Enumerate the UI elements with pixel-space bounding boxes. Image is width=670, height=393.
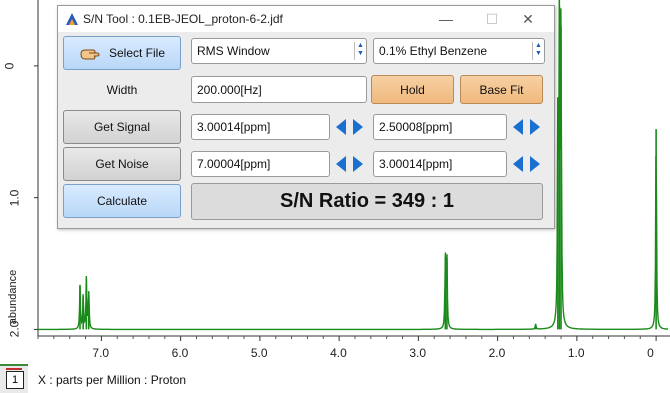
noise-end-left-arrow-icon[interactable] <box>509 153 527 175</box>
signal-start-field[interactable]: 3.00014[ppm] <box>191 114 330 140</box>
maximize-icon[interactable]: ☐ <box>478 10 506 28</box>
width-field[interactable]: 200.000[Hz] <box>191 76 367 103</box>
signal-start-right-arrow-icon[interactable] <box>349 116 367 138</box>
layer-color-bar <box>6 368 22 370</box>
y-axis-label: abundance <box>7 269 19 325</box>
signal-end-right-arrow-icon[interactable] <box>526 116 544 138</box>
method-select-value: RMS Window <box>197 44 270 58</box>
window-title: S/N Tool : 0.1EB-JEOL_proton-6-2.jdf <box>83 12 283 26</box>
noise-start-field[interactable]: 7.00004[ppm] <box>191 151 330 177</box>
title-bar: S/N Tool : 0.1EB-JEOL_proton-6-2.jdf — ☐… <box>58 6 554 32</box>
method-select-arrows-icon[interactable]: ▲ ▼ <box>354 42 366 60</box>
signal-end-field[interactable]: 2.50008[ppm] <box>373 114 507 140</box>
method-select[interactable]: RMS Window ▲ ▼ <box>191 38 367 64</box>
select-file-label: Select File <box>108 46 166 60</box>
x-axis-caption: X : parts per Million : Proton <box>38 373 187 387</box>
minimize-icon[interactable]: — <box>432 10 460 28</box>
noise-start-left-arrow-icon[interactable] <box>332 153 350 175</box>
x-tick-label: 0 <box>647 346 654 360</box>
noise-end-field[interactable]: 3.00014[ppm] <box>373 151 507 177</box>
x-tick-label: 2.0 <box>488 346 506 360</box>
sn-ratio-result: S/N Ratio = 349 : 1 <box>191 183 543 220</box>
sample-select-value: 0.1% Ethyl Benzene <box>379 44 488 58</box>
noise-start-right-arrow-icon[interactable] <box>349 153 367 175</box>
signal-start-left-arrow-icon[interactable] <box>332 116 350 138</box>
select-file-button[interactable]: Select File <box>63 36 181 70</box>
x-tick-label: 4.0 <box>330 346 347 360</box>
signal-end-left-arrow-icon[interactable] <box>509 116 527 138</box>
x-tick-label: 7.0 <box>92 346 110 360</box>
get-noise-button[interactable]: Get Noise <box>63 147 181 181</box>
base-fit-button[interactable]: Base Fit <box>460 75 543 104</box>
x-tick-label: 1.0 <box>567 346 585 360</box>
sn-tool-dialog: S/N Tool : 0.1EB-JEOL_proton-6-2.jdf — ☐… <box>57 5 555 229</box>
noise-end-right-arrow-icon[interactable] <box>526 153 544 175</box>
get-signal-button[interactable]: Get Signal <box>63 110 181 144</box>
layer-number: 1 <box>6 371 24 389</box>
close-icon[interactable]: ✕ <box>514 10 542 28</box>
x-tick-label: 3.0 <box>409 346 427 360</box>
x-axis-ticks <box>37 336 657 341</box>
calculate-button[interactable]: Calculate <box>63 184 181 218</box>
y-tick-label: 1.0 <box>7 189 22 206</box>
app-logo-icon <box>66 13 78 25</box>
hand-pointer-icon <box>80 49 100 60</box>
x-tick-label: 6.0 <box>171 346 189 360</box>
hold-button[interactable]: Hold <box>371 75 454 104</box>
layer-indicator[interactable]: 1 <box>0 364 28 393</box>
width-label: Width <box>106 83 138 97</box>
y-axis-ticks <box>34 65 38 330</box>
x-tick-label: 5.0 <box>250 346 268 360</box>
y-tick-label: 0 <box>2 62 17 70</box>
sample-select[interactable]: 0.1% Ethyl Benzene ▲ ▼ <box>373 38 545 64</box>
sample-select-arrows-icon[interactable]: ▲ ▼ <box>532 42 544 60</box>
